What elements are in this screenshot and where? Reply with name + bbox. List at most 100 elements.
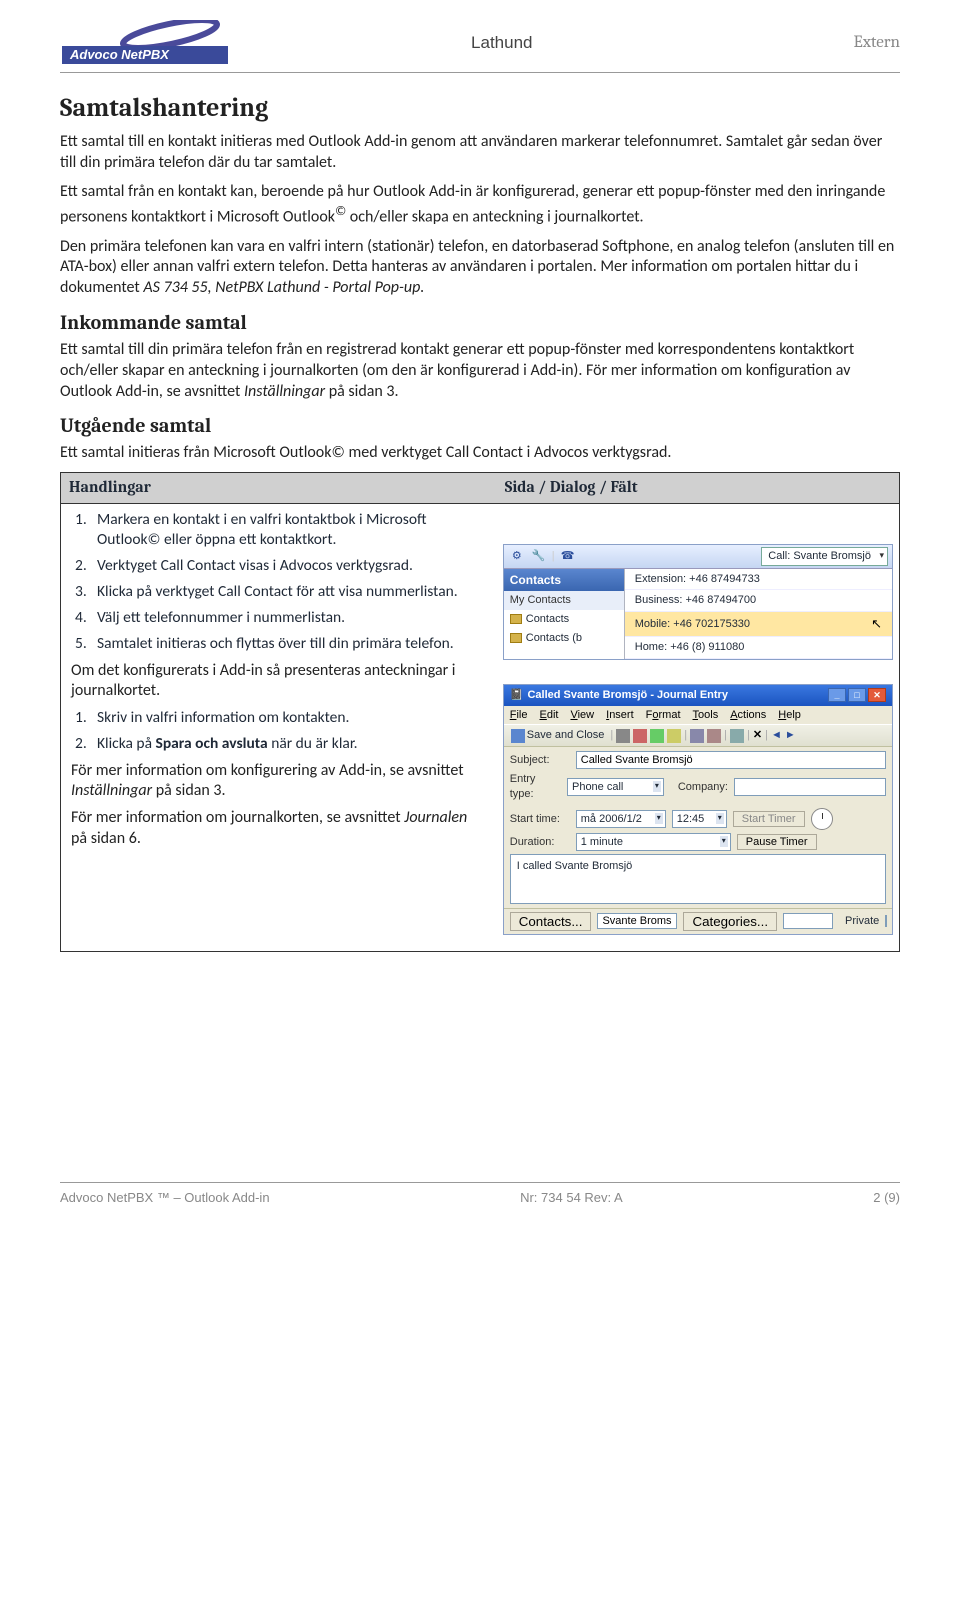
para-1: Ett samtal till en kontakt initieras med… [60, 132, 900, 174]
entry-type-label: Entry type: [510, 772, 561, 802]
step-4: 4.Välj ett telefonnummer i nummerlistan. [71, 608, 487, 628]
footer-center: Nr: 734 54 Rev: A [520, 1189, 623, 1207]
number-mobile[interactable]: Mobile: +46 702175330 ↖ [625, 612, 892, 637]
disk-icon [511, 729, 525, 743]
contacts-value[interactable] [597, 913, 677, 929]
col-header-right: Sida / Dialog / Fält [497, 473, 899, 503]
screenshot-journal-entry: 📓 Called Svante Bromsjö - Journal Entry … [503, 684, 893, 935]
company-input[interactable] [734, 778, 886, 796]
next-icon[interactable]: ► [785, 728, 796, 743]
menu-edit[interactable]: Edit [540, 708, 559, 723]
brand-logo: Advoco NetPBX [60, 20, 230, 66]
call-contact-dropdown[interactable]: Call: Svante Bromsjö [761, 547, 888, 566]
cursor-icon: ↖ [871, 615, 882, 633]
window-titlebar: 📓 Called Svante Bromsjö - Journal Entry … [504, 685, 892, 706]
number-home[interactable]: Home: +46 (8) 911080 [625, 637, 892, 659]
para-2: Ett samtal från en kontakt kan, beroende… [60, 182, 900, 229]
categories-value[interactable] [783, 913, 833, 929]
menu-view[interactable]: View [570, 708, 594, 723]
menu-insert[interactable]: Insert [606, 708, 634, 723]
bottom-bar: Contacts... Categories... Private [504, 908, 892, 934]
number-flyout: Extension: +46 87494733 Business: +46 87… [624, 569, 892, 659]
window-title: Called Svante Bromsjö - Journal Entry [523, 688, 828, 703]
screenshot-call-contact: ⚙ 🔧 | ☎ Call: Svante Bromsjö Contacts My… [503, 544, 893, 660]
duration-label: Duration: [510, 835, 570, 850]
step-3: 3.Klicka på verktyget Call Contact för a… [71, 582, 487, 602]
contacts-folder-icon [510, 633, 522, 643]
toolbar: Save and Close | | | | ✕ | ◄ ► [504, 724, 892, 747]
cut-icon[interactable] [633, 729, 647, 743]
h2-outgoing: Utgående samtal [60, 412, 900, 439]
close-button[interactable]: ✕ [868, 688, 886, 702]
actions-table: Handlingar Sida / Dialog / Fält 1.Marker… [60, 472, 900, 952]
tail-1: För mer information om konfigurering av … [71, 761, 487, 803]
page-header: Advoco NetPBX Lathund Extern [60, 20, 900, 73]
contacts-button[interactable]: Contacts... [510, 912, 592, 931]
start-timer-button[interactable]: Start Timer [733, 811, 805, 827]
tail-2: För mer information om journalkorten, se… [71, 808, 487, 850]
book-icon[interactable] [707, 729, 721, 743]
wrench-icon[interactable]: 🔧 [530, 547, 548, 565]
memo-field[interactable]: I called Svante Bromsjö [510, 854, 886, 904]
copy-icon[interactable] [650, 729, 664, 743]
number-business[interactable]: Business: +46 87494700 [625, 590, 892, 612]
tool-icon[interactable]: ⚙ [508, 547, 526, 565]
menu-help[interactable]: Help [778, 708, 801, 723]
steps-list-1: 1.Markera en kontakt i en valfri kontakt… [71, 510, 487, 655]
start-time-combo[interactable]: 12:45 [672, 810, 727, 828]
clock-icon [811, 808, 833, 830]
duration-combo[interactable]: 1 minute [576, 833, 731, 851]
header-title: Lathund [150, 32, 854, 55]
private-label: Private [845, 914, 879, 929]
footer-right: 2 (9) [873, 1189, 900, 1207]
delete-icon[interactable]: ✕ [753, 728, 762, 743]
number-extension[interactable]: Extension: +46 87494733 [625, 569, 892, 591]
journal-form: Subject: Entry type: Phone call Company:… [504, 747, 892, 908]
page-footer: Advoco NetPBX ™ – Outlook Add-in Nr: 734… [60, 1182, 900, 1207]
step-2: 2.Verktyget Call Contact visas i Advocos… [71, 556, 487, 576]
menu-bar: File Edit View Insert Format Tools Actio… [504, 706, 892, 725]
pause-timer-button[interactable]: Pause Timer [737, 834, 817, 850]
nav-icon[interactable] [730, 729, 744, 743]
entry-type-combo[interactable]: Phone call [567, 778, 664, 796]
contacts-item-2[interactable]: Contacts (b [504, 629, 624, 648]
paste-icon[interactable] [667, 729, 681, 743]
contacts-item-1[interactable]: Contacts [504, 610, 624, 629]
maximize-button[interactable]: □ [848, 688, 866, 702]
minimize-button[interactable]: _ [828, 688, 846, 702]
print-icon[interactable] [616, 729, 630, 743]
menu-format[interactable]: Format [646, 708, 681, 723]
steps-list-2: 1.Skriv in valfri information om kontakt… [71, 708, 487, 754]
h2-incoming: Inkommande samtal [60, 309, 900, 336]
header-right: Extern [854, 32, 900, 55]
attach-icon[interactable] [690, 729, 704, 743]
phone-icon[interactable]: ☎ [559, 547, 577, 565]
subject-input[interactable] [576, 751, 886, 769]
menu-file[interactable]: File [510, 708, 528, 723]
actions-right: ⚙ 🔧 | ☎ Call: Svante Bromsjö Contacts My… [497, 504, 899, 951]
my-contacts-label: My Contacts [504, 591, 624, 610]
save-close-button[interactable]: Save and Close [508, 727, 608, 744]
menu-actions[interactable]: Actions [730, 708, 766, 723]
journal-icon: 📓 [510, 688, 524, 703]
prev-icon[interactable]: ◄ [771, 728, 782, 743]
start-time-label: Start time: [510, 812, 570, 827]
menu-tools[interactable]: Tools [693, 708, 719, 723]
actions-left: 1.Markera en kontakt i en valfri kontakt… [61, 504, 497, 951]
outlook-toolbar: ⚙ 🔧 | ☎ Call: Svante Bromsjö [504, 545, 892, 569]
start-date-combo[interactable]: må 2006/1/2 [576, 810, 666, 828]
h1: Samtalshantering [60, 91, 900, 126]
mid-para: Om det konfigurerats i Add-in så present… [71, 661, 487, 703]
para-5: Ett samtal initieras från Microsoft Outl… [60, 443, 900, 464]
step2-2: 2.Klicka på Spara och avsluta när du är … [71, 734, 487, 754]
categories-button[interactable]: Categories... [683, 912, 777, 931]
step2-1: 1.Skriv in valfri information om kontakt… [71, 708, 487, 728]
contacts-header: Contacts [504, 569, 624, 591]
brand-text: Advoco NetPBX [69, 47, 170, 62]
subject-label: Subject: [510, 753, 570, 768]
step-1: 1.Markera en kontakt i en valfri kontakt… [71, 510, 487, 550]
private-checkbox[interactable] [885, 915, 887, 927]
para-3: Den primära telefonen kan vara en valfri… [60, 237, 900, 299]
step-5: 5.Samtalet initieras och flyttas över ti… [71, 634, 487, 654]
para-4: Ett samtal till din primära telefon från… [60, 340, 900, 402]
